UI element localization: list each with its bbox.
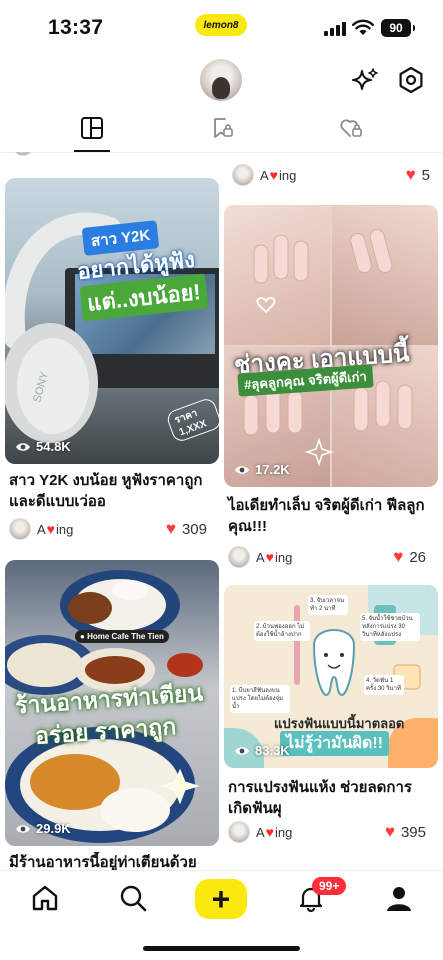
like-count[interactable]: ♥ 309 bbox=[166, 519, 207, 539]
step-note: 5. จับน้ำใช้ช่วยบ้วนหลังการแปรง 30 วินาท… bbox=[360, 613, 420, 641]
eye-icon bbox=[16, 824, 30, 833]
post-image[interactable]: ● Home Cafe The Tien ร้านอาหารท่าเตียน อ… bbox=[5, 560, 219, 846]
partial-card-top-right[interactable]: A ♥ ing ♥ 5 bbox=[228, 160, 438, 190]
app-badge: lemon8 bbox=[195, 14, 247, 36]
author-name[interactable]: A ♥ ing bbox=[256, 824, 292, 840]
home-icon[interactable] bbox=[30, 883, 60, 913]
plus-icon: + bbox=[211, 881, 231, 917]
author-avatar[interactable] bbox=[228, 546, 250, 568]
step-notes: 1. บีบยาสีฟันลงบนแปรง โดยไม่ต้องจุ่มน้ำ … bbox=[228, 593, 434, 713]
settings-icon[interactable] bbox=[397, 66, 425, 94]
heart-icon: ♥ bbox=[269, 167, 278, 183]
post-image[interactable]: 1. บีบยาสีฟันลงบนแปรง โดยไม่ต้องจุ่มน้ำ … bbox=[224, 585, 438, 768]
like-count[interactable]: ♥ 395 bbox=[385, 822, 426, 842]
sparkle-icon[interactable] bbox=[350, 66, 380, 96]
eye-icon bbox=[16, 442, 30, 451]
location-pin-icon: ● bbox=[80, 632, 85, 641]
post-meta: A ♥ ing ♥ 26 bbox=[228, 546, 434, 570]
bookmark-lock-icon[interactable] bbox=[210, 116, 234, 140]
avatar[interactable] bbox=[200, 59, 242, 101]
heart-icon: ♥ bbox=[405, 165, 416, 184]
heart-icon: ♥ bbox=[265, 549, 274, 565]
profile-icon[interactable] bbox=[384, 883, 414, 913]
author-avatar[interactable] bbox=[9, 518, 31, 540]
wifi-icon bbox=[352, 19, 374, 35]
author-avatar bbox=[12, 152, 34, 156]
battery-icon: 90 bbox=[381, 19, 415, 37]
step-note: 1. บีบยาสีฟันลงบนแปรง โดยไม่ต้องจุ่มน้ำ bbox=[230, 685, 290, 713]
create-post-button[interactable]: + bbox=[195, 879, 247, 919]
heart-icon: ♥ bbox=[46, 521, 55, 537]
post-title[interactable]: สาว Y2K งบน้อย หูฟังราคาถูก และดีแบบเว่อ… bbox=[9, 470, 215, 512]
post-meta: A ♥ ing ♥ 309 bbox=[9, 518, 215, 542]
author-name[interactable]: A ♥ ing bbox=[256, 549, 292, 565]
post-title[interactable]: ไอเดียทำเล็บ จริตผู้ดีเก่า ฟีลลูกคุณ!!! bbox=[228, 495, 434, 537]
view-count: 54.8K bbox=[15, 439, 71, 454]
like-count[interactable]: ♥ 5 bbox=[406, 165, 430, 185]
grid-icon[interactable] bbox=[80, 116, 104, 140]
post-meta: A ♥ ing ♥ 395 bbox=[228, 821, 434, 845]
heart-icon: ♥ bbox=[265, 824, 274, 840]
author-avatar[interactable] bbox=[228, 821, 250, 843]
like-count[interactable]: ♥ 26 bbox=[393, 547, 426, 567]
post-card[interactable]: SONY สาว Y2K อยากได้หูฟัง แต่..งบน้อย! ร… bbox=[5, 178, 219, 540]
view-count: 17.2K bbox=[234, 462, 290, 477]
heart-icon: ♥ bbox=[165, 519, 176, 538]
profile-tabs bbox=[0, 110, 443, 153]
view-count: 83.3K bbox=[234, 743, 290, 758]
eye-icon bbox=[235, 746, 249, 755]
author-name: A ♥ ing bbox=[260, 167, 297, 183]
step-note: 3. จับเวลาจนทำ 2 นาที bbox=[308, 595, 348, 615]
status-time: 13:37 bbox=[48, 16, 104, 39]
view-count: 29.9K bbox=[15, 821, 71, 836]
price-tag: ราคา 1,XXX bbox=[165, 396, 219, 444]
post-meta: A ♥ ing ♥ 5 bbox=[232, 164, 438, 188]
heart-icon: ♥ bbox=[384, 822, 395, 841]
step-note: 2. บ้วนฟองออก ไม่ต้องใช้น้ำล้างปาก bbox=[254, 621, 310, 641]
post-image[interactable]: SONY สาว Y2K อยากได้หูฟัง แต่..งบน้อย! ร… bbox=[5, 178, 219, 464]
search-icon[interactable] bbox=[118, 883, 148, 913]
heart-lock-icon[interactable] bbox=[339, 116, 363, 140]
post-title[interactable]: มีร้านอาหารนี้อยู่ท่าเตียนด้วย bbox=[9, 852, 215, 870]
author-avatar bbox=[232, 164, 254, 186]
profile-header bbox=[0, 54, 443, 110]
post-card[interactable]: 1. บีบยาสีฟันลงบนแปรง โดยไม่ต้องจุ่มน้ำ … bbox=[224, 585, 438, 870]
author-name[interactable]: A ♥ ing bbox=[37, 521, 73, 537]
post-feed[interactable]: A ♥ ing ♥ 5 SONY สาว Y2K อยากได้หูฟัง แต่..… bbox=[0, 152, 443, 870]
eye-icon bbox=[235, 465, 249, 474]
overlay-subheading: ไม่รู้ว่ามันผิด!! bbox=[280, 731, 390, 756]
status-bar: 13:37 lemon8 90 bbox=[0, 0, 443, 54]
location-tag: ● Home Cafe The Tien bbox=[75, 630, 169, 643]
signal-icon bbox=[324, 22, 346, 36]
post-image[interactable]: ช่างคะ เอาแบบนี้ #ลุคลูกคุณ จริตผู้ดีเก่… bbox=[224, 205, 438, 487]
notification-badge: 99+ bbox=[312, 877, 347, 895]
post-card[interactable]: ช่างคะ เอาแบบนี้ #ลุคลูกคุณ จริตผู้ดีเก่… bbox=[224, 205, 438, 573]
heart-icon: ♥ bbox=[393, 547, 404, 566]
home-indicator bbox=[143, 946, 300, 951]
post-card[interactable]: ● Home Cafe The Tien ร้านอาหารท่าเตียน อ… bbox=[5, 560, 219, 870]
post-title[interactable]: การแปรงฟันแห้ง ช่วยลดการเกิดฟันผุ bbox=[228, 777, 434, 819]
partial-card-top-left[interactable] bbox=[8, 152, 220, 158]
step-note: 4. วัดฟัน 1 ครั้ง 30 วินาที bbox=[364, 675, 404, 695]
